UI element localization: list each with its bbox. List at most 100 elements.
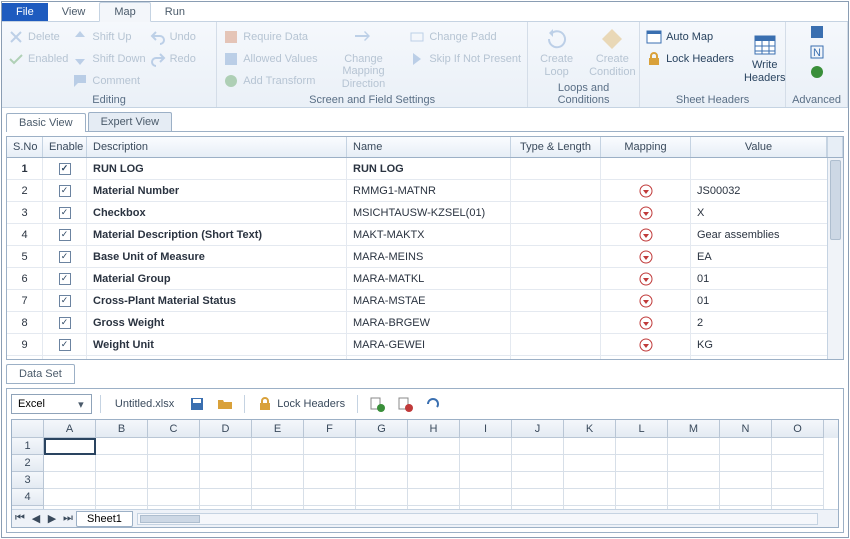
tab-run[interactable]: Run [151, 3, 199, 21]
col-sno[interactable]: S.No [7, 137, 43, 157]
sheet-cell[interactable] [460, 438, 512, 455]
checkbox-icon[interactable] [59, 295, 71, 307]
advanced-icon-3[interactable] [809, 64, 825, 80]
grid-scroll-thumb[interactable] [830, 160, 841, 240]
cell-mapping[interactable] [601, 158, 691, 179]
sheet-cell[interactable] [408, 489, 460, 506]
sheet-cell[interactable] [96, 455, 148, 472]
checkbox-icon[interactable] [59, 273, 71, 285]
sheet-cell[interactable] [564, 438, 616, 455]
sheet-cell[interactable] [564, 472, 616, 489]
cell-enable[interactable] [43, 202, 87, 223]
dataset-lock-headers-button[interactable]: Lock Headers [253, 396, 349, 412]
change-mapping-button[interactable]: Change Mapping Direction [322, 27, 406, 89]
checkbox-icon[interactable] [59, 251, 71, 263]
sheet-cell[interactable] [252, 472, 304, 489]
lock-headers-button[interactable]: Lock Headers [666, 53, 734, 65]
create-loop-button[interactable]: Create Loop [534, 27, 579, 77]
add-transform-button[interactable]: Add Transform [243, 75, 315, 87]
column-header[interactable]: K [564, 420, 616, 438]
sheet-cell[interactable] [564, 489, 616, 506]
save-button[interactable] [186, 394, 208, 414]
row-header[interactable]: 2 [12, 455, 44, 472]
enabled-button[interactable]: Enabled [28, 53, 68, 65]
advanced-icon-2[interactable]: N [809, 44, 825, 60]
sheet-cell[interactable] [44, 438, 96, 455]
checkbox-icon[interactable] [59, 339, 71, 351]
sheet-cell[interactable] [616, 472, 668, 489]
remove-sheet-button[interactable] [394, 394, 416, 414]
tab-map[interactable]: Map [99, 2, 150, 22]
shift-up-button[interactable]: Shift Up [92, 31, 131, 43]
sheet-nav-first[interactable]: ⏮ [12, 512, 28, 525]
col-value[interactable]: Value [691, 137, 827, 157]
sheet-cell[interactable] [96, 472, 148, 489]
tab-file[interactable]: File [2, 3, 48, 21]
sheet-cell[interactable] [772, 455, 824, 472]
tab-expert-view[interactable]: Expert View [88, 112, 173, 131]
column-header[interactable]: O [772, 420, 824, 438]
sheet-cell[interactable] [668, 472, 720, 489]
row-header[interactable]: 4 [12, 489, 44, 506]
cell-mapping[interactable] [601, 290, 691, 311]
tab-data-set[interactable]: Data Set [6, 364, 75, 384]
table-row[interactable]: 2Material NumberRMMG1-MATNRJS00032 [7, 180, 843, 202]
table-row[interactable]: 1RUN LOGRUN LOG [7, 158, 843, 180]
cell-mapping[interactable] [601, 356, 691, 359]
column-header[interactable]: C [148, 420, 200, 438]
sheet-cell[interactable] [44, 472, 96, 489]
sheet-cell[interactable] [96, 438, 148, 455]
advanced-icon-1[interactable] [809, 24, 825, 40]
cell-mapping[interactable] [601, 180, 691, 201]
cell-value[interactable]: EA [691, 246, 843, 267]
cell-enable[interactable] [43, 224, 87, 245]
column-header[interactable]: N [720, 420, 772, 438]
change-padding-button[interactable]: Change Padd [429, 31, 496, 43]
open-button[interactable] [214, 394, 236, 414]
sheet-cell[interactable] [200, 489, 252, 506]
cell-enable[interactable] [43, 334, 87, 355]
sheet-cell[interactable] [356, 455, 408, 472]
sheet-cell[interactable] [148, 455, 200, 472]
checkbox-icon[interactable] [59, 185, 71, 197]
sheet-cell[interactable] [772, 472, 824, 489]
sheet-cell[interactable] [304, 438, 356, 455]
sheet-tab[interactable]: Sheet1 [76, 511, 133, 527]
sheet-nav-next[interactable]: ▶ [44, 512, 60, 525]
sheet-cell[interactable] [460, 472, 512, 489]
sheet-cell[interactable] [44, 489, 96, 506]
create-condition-button[interactable]: Create Condition [583, 27, 641, 77]
sheet-nav-last[interactable]: ⏭ [60, 512, 76, 525]
table-row[interactable]: 9Weight UnitMARA-GEWEIKG [7, 334, 843, 356]
sheet-cell[interactable] [720, 455, 772, 472]
sheet-cell[interactable] [512, 438, 564, 455]
comment-button[interactable]: Comment [92, 75, 140, 87]
cell-enable[interactable] [43, 180, 87, 201]
cell-value[interactable]: 01 [691, 268, 843, 289]
column-header[interactable]: F [304, 420, 356, 438]
sheet-cell[interactable] [148, 438, 200, 455]
require-data-button[interactable]: Require Data [243, 31, 308, 43]
sheet-cell[interactable] [408, 455, 460, 472]
skip-if-button[interactable]: Skip If Not Present [429, 53, 521, 65]
table-row[interactable]: 7Cross-Plant Material StatusMARA-MSTAE01 [7, 290, 843, 312]
sheet-cell[interactable] [200, 455, 252, 472]
source-combo[interactable]: Excel ▾ [11, 394, 92, 414]
sheet-cell[interactable] [44, 455, 96, 472]
col-mapping[interactable]: Mapping [601, 137, 691, 157]
cell-enable[interactable] [43, 312, 87, 333]
sheet-cell[interactable] [720, 472, 772, 489]
column-header[interactable]: H [408, 420, 460, 438]
sheet-cell[interactable] [408, 472, 460, 489]
cell-mapping[interactable] [601, 312, 691, 333]
cell-enable[interactable] [43, 268, 87, 289]
cell-mapping[interactable] [601, 334, 691, 355]
cell-enable[interactable] [43, 356, 87, 359]
sheet-cell[interactable] [148, 472, 200, 489]
col-type[interactable]: Type & Length [511, 137, 601, 157]
grid-vertical-scrollbar[interactable] [827, 158, 843, 359]
cell-mapping[interactable] [601, 268, 691, 289]
sheet-cell[interactable] [304, 455, 356, 472]
tab-basic-view[interactable]: Basic View [6, 113, 86, 132]
checkbox-icon[interactable] [59, 229, 71, 241]
